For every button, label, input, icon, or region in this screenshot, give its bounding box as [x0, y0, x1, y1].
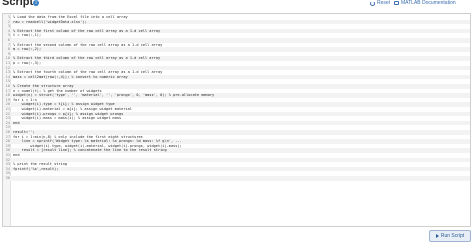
- reset-button[interactable]: Reset: [370, 0, 390, 6]
- code-editor[interactable]: 1% Load the data from the Excel file int…: [2, 13, 471, 227]
- reset-label: Reset: [377, 0, 391, 6]
- script-header: Script i Reset MATLAB Documentation: [0, 0, 474, 12]
- documentation-link[interactable]: MATLAB Documentation: [394, 0, 456, 6]
- line-number: 36: [5, 176, 10, 180]
- run-script-label: Run Script: [440, 233, 465, 239]
- book-icon: [394, 1, 399, 5]
- info-icon[interactable]: i: [33, 0, 39, 6]
- play-icon: [435, 234, 439, 238]
- run-script-button[interactable]: Run Script: [429, 230, 471, 242]
- code-line[interactable]: 36: [3, 176, 470, 181]
- documentation-label: MATLAB Documentation: [401, 0, 456, 6]
- footer: Run Script: [0, 228, 474, 245]
- reset-icon: [370, 0, 375, 6]
- script-title: Script: [2, 0, 34, 8]
